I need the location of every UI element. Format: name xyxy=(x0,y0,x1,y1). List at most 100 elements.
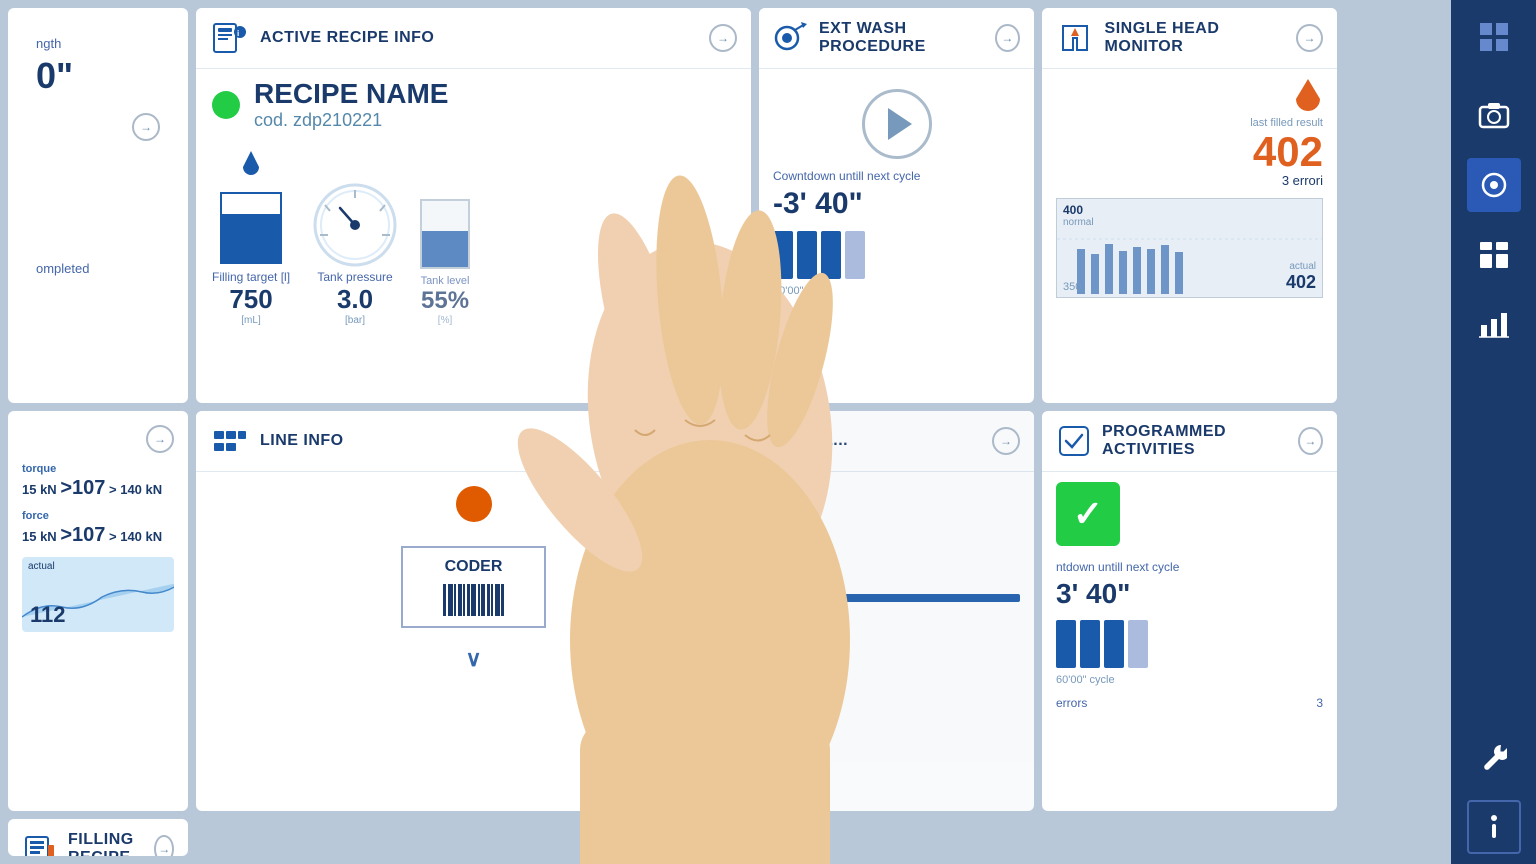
active-recipe-panel: i ACTIVE RECIPE INFO → RECIPE NAME cod. … xyxy=(196,8,751,403)
prog-bars xyxy=(1056,620,1323,668)
log-icon xyxy=(773,421,813,461)
log-gray-block xyxy=(773,540,813,580)
log-nav-arrow[interactable]: → xyxy=(992,427,1020,455)
shm-drop-area xyxy=(1056,79,1323,115)
top-left-nav-arrow[interactable]: → xyxy=(132,113,160,141)
log-title: L... xyxy=(823,432,848,450)
sidebar-icon-wrench[interactable] xyxy=(1467,730,1521,784)
recipe-green-dot xyxy=(212,91,240,119)
completed-label: ompleted xyxy=(36,261,160,276)
ext-wash-nav-arrow[interactable]: → xyxy=(995,24,1020,52)
svg-text:i: i xyxy=(237,29,239,38)
force-label: force xyxy=(22,510,174,522)
countdown-value: -3' 40" xyxy=(773,187,1020,221)
prog-bar-4 xyxy=(1128,620,1148,668)
log-content: conto xyxy=(759,472,1034,688)
force-section: force 15 kN >107 > 140 kN xyxy=(22,510,174,547)
countdown-label: Cowntdown untill next cycle xyxy=(773,169,1020,183)
sidebar-icon-chart[interactable] xyxy=(1467,298,1521,352)
ext-wash-header: EXT WASH PROCEDURE → xyxy=(759,8,1034,69)
active-recipe-nav-arrow[interactable]: → xyxy=(709,24,737,52)
tank-pressure-value: 3.0 xyxy=(337,284,373,315)
ext-wash-title: EXT WASH PROCEDURE xyxy=(819,20,995,56)
barcode-line xyxy=(443,584,446,616)
ext-wash-panel: EXT WASH PROCEDURE → Cowntdown untill ne… xyxy=(759,8,1034,403)
check-icon-box: ✓ xyxy=(1056,482,1120,546)
play-triangle xyxy=(888,108,912,140)
filling-recipe-title: FILLING RECIPE xyxy=(68,831,154,856)
filling-recipe-nav-arrow[interactable]: → xyxy=(154,835,174,856)
sidebar-icon-grid[interactable] xyxy=(1467,10,1521,64)
chart-actual-value: actual 402 xyxy=(1286,261,1316,293)
log-progress-bar xyxy=(773,594,1020,602)
length-label: ngth xyxy=(36,36,160,51)
coder-box: CODER xyxy=(401,546,546,628)
log-cont-label: conto xyxy=(805,655,834,669)
force-range-right: > 140 kN xyxy=(109,529,162,544)
tank-pressure-block: Tank pressure 3.0 [bar] xyxy=(310,180,400,326)
filling-target-label: Filling target [l] xyxy=(212,270,290,284)
progress-bars xyxy=(773,231,1020,279)
metrics-row: Filling target [l] 750 [mL] xyxy=(212,151,735,326)
sidebar-icon-camera[interactable] xyxy=(1467,88,1521,142)
recipe-content: RECIPE NAME cod. zdp210221 xyxy=(196,69,751,342)
single-head-monitor-panel: SINGLE HEAD MONITOR → last filled result… xyxy=(1042,8,1337,403)
ext-wash-icon xyxy=(773,18,809,58)
play-icon[interactable] xyxy=(862,89,932,159)
barcode-line xyxy=(495,584,500,616)
shm-errors: 3 errori xyxy=(1056,173,1323,188)
shm-chart-svg xyxy=(1057,199,1322,297)
small-chart-actual-value: 112 xyxy=(30,602,66,628)
errors-label: errors xyxy=(1056,696,1087,710)
line-info-icon xyxy=(210,421,250,461)
log-green-dot xyxy=(773,486,813,526)
tank-level-visual xyxy=(420,199,470,269)
tank-level-fill xyxy=(422,231,468,267)
active-recipe-title: ACTIVE RECIPE INFO xyxy=(260,29,434,47)
shm-title: SINGLE HEAD MONITOR xyxy=(1105,20,1296,56)
barcode-line xyxy=(448,584,453,616)
errors-row: errors 3 xyxy=(1056,696,1323,710)
chart-min-value: 350 xyxy=(1063,281,1081,293)
chevron-down-icon[interactable]: ∨ xyxy=(465,646,481,672)
prog-act-content: ✓ ntdown untill next cycle 3' 40" 60'00"… xyxy=(1042,472,1337,720)
barcode-line xyxy=(458,584,462,616)
tank-level-label: Tank level xyxy=(421,275,470,287)
sidebar-icon-circle[interactable] xyxy=(1467,158,1521,212)
barcode-line xyxy=(481,584,485,616)
sidebar-icon-info[interactable] xyxy=(1467,800,1521,854)
prog-bar-3 xyxy=(821,231,841,279)
prog-act-nav-arrow[interactable]: → xyxy=(1298,427,1323,455)
torque-section: torque 15 kN >107 > 140 kN xyxy=(22,463,174,500)
length-value: 0" xyxy=(36,55,160,97)
log-orange-circle xyxy=(773,650,797,674)
filling-target-block: Filling target [l] 750 [mL] xyxy=(212,151,290,326)
tank-level-unit: [%] xyxy=(438,315,452,326)
log-panel: L... → conto xyxy=(759,411,1034,811)
torque-label: torque xyxy=(22,463,174,475)
bottom-left-partial-panel: → torque 15 kN >107 > 140 kN force 15 kN… xyxy=(8,411,188,811)
shm-chart: 400 normal xyxy=(1056,198,1323,298)
bottom-left-nav-arrow[interactable]: → xyxy=(146,425,174,453)
line-info-content: CODER xyxy=(196,472,751,686)
cycle-label: 60'00" cycle xyxy=(773,285,1020,297)
line-info-header: LINE INFO → xyxy=(196,411,751,472)
shm-nav-arrow[interactable]: → xyxy=(1296,24,1323,52)
prog-bar-4 xyxy=(845,231,865,279)
line-info-panel: LINE INFO → CODER xyxy=(196,411,751,811)
small-chart-actual-label: actual xyxy=(28,561,55,572)
line-info-orange-dot xyxy=(456,486,492,522)
filling-recipe-icon xyxy=(22,829,58,856)
tank-visual xyxy=(220,192,282,264)
line-info-nav-arrow[interactable]: → xyxy=(709,427,737,455)
shm-content: last filled result 402 3 errori 400 norm… xyxy=(1042,69,1337,308)
torque-range-right: > 140 kN xyxy=(109,482,162,497)
shm-value: 402 xyxy=(1056,131,1323,173)
log-green-indicator xyxy=(773,618,1020,642)
barcode-line xyxy=(491,584,493,616)
recipe-name: RECIPE NAME xyxy=(254,79,448,110)
force-row: 15 kN >107 > 140 kN xyxy=(22,524,174,547)
play-button-area xyxy=(773,89,1020,159)
shm-icon xyxy=(1056,18,1095,58)
sidebar-icon-dashboard[interactable] xyxy=(1467,228,1521,282)
